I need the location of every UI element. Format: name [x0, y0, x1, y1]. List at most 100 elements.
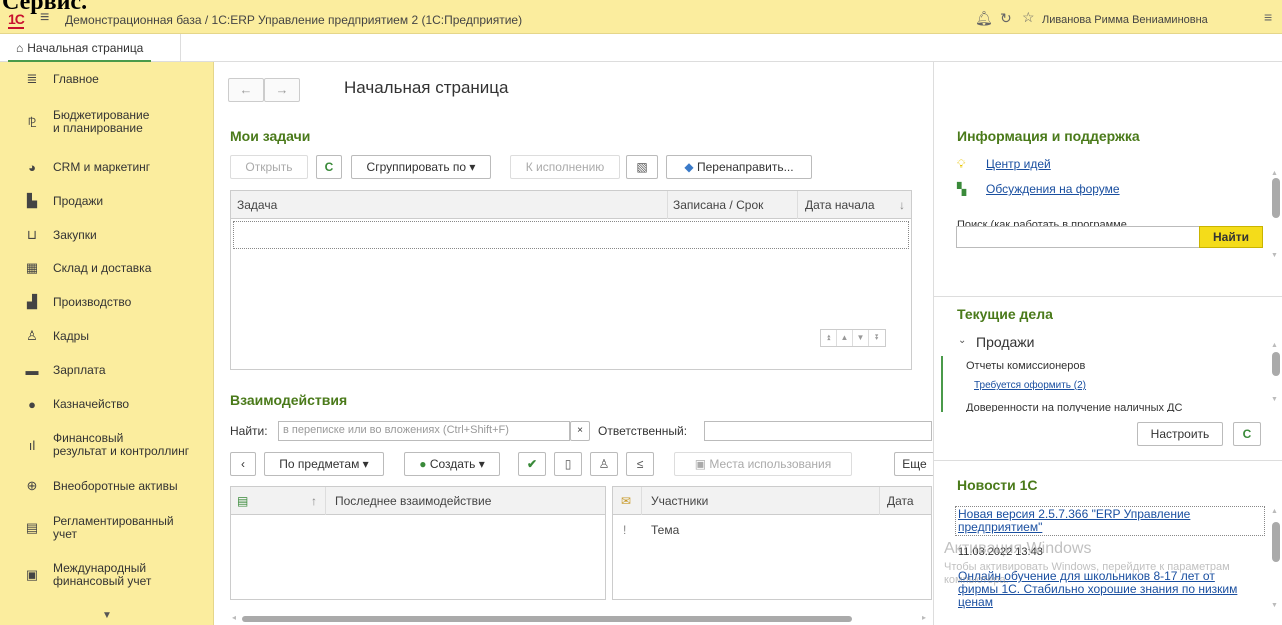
horizontal-scroll-thumb[interactable] [242, 616, 852, 622]
column-header-subject[interactable]: Тема [651, 523, 679, 537]
check-icon[interactable]: ✔ [518, 452, 546, 476]
settings-menu-icon[interactable]: ≡ [1264, 9, 1272, 25]
column-header-task[interactable]: Задача [237, 198, 277, 212]
horizontal-scrollbar[interactable]: ◂ ▸ [232, 613, 932, 623]
current-group-sales[interactable]: Продажи [976, 334, 1034, 350]
next-page-icon[interactable]: ▼ [853, 330, 869, 346]
info-title: Информация и поддержка [957, 128, 1140, 144]
sidebar-item-finresult[interactable]: ıl Финансовый результат и контроллинг [0, 430, 214, 460]
column-header-last-interaction[interactable]: Последнее взаимодействие [335, 494, 491, 508]
back-list-icon[interactable]: ‹ [230, 452, 256, 476]
interactions-title: Взаимодействия [230, 392, 348, 408]
back-button[interactable]: ← [228, 78, 264, 102]
document-icon[interactable]: ▯ [554, 452, 582, 476]
column-header-date[interactable]: Дата [887, 494, 914, 508]
sidebar-item-budget[interactable]: ⅊ Бюджетирование и планирование [0, 107, 214, 137]
interactions-right-grid[interactable]: ✉ Участники Дата ! Тема [612, 486, 932, 600]
sidebar-item-purchases[interactable]: ⊔ Закупки [0, 220, 214, 250]
menu-icon[interactable]: ≡ [40, 9, 49, 27]
sidebar-item-warehouse[interactable]: ▦ Склад и доставка [0, 253, 214, 283]
current-refresh-icon[interactable]: C [1233, 422, 1261, 446]
column-header-start-date[interactable]: Дата начала [805, 198, 875, 212]
less-equal-icon[interactable]: ≤ [626, 452, 654, 476]
tasks-pager: ⏫︎ ▲ ▼ ⏬︎ [820, 329, 886, 347]
by-subjects-button[interactable]: По предметам ▾ [264, 452, 384, 476]
requires-processing-link[interactable]: Требуется оформить (2) [974, 380, 1086, 391]
table-row[interactable] [233, 221, 909, 249]
sidebar-item-label: Финансовый результат и контроллинг [53, 431, 190, 458]
configure-button[interactable]: Настроить [1137, 422, 1223, 446]
sidebar-item-main[interactable]: ≣ Главное [0, 64, 214, 94]
news-scroll-up-icon[interactable]: ▲ [1271, 508, 1278, 515]
tab-bar: ⌂ Начальная страница [0, 34, 1282, 62]
group-by-button[interactable]: Сгруппировать по ▾ [351, 155, 491, 179]
tasks-title: Мои задачи [230, 128, 311, 144]
forum-icon: ▚ [957, 182, 967, 196]
sidebar-scroll-down-icon[interactable]: ▼ [0, 610, 214, 625]
sidebar-item-label: Закупки [53, 227, 97, 242]
sort-down-icon[interactable]: ↓ [899, 198, 905, 212]
news-item-release[interactable]: Новая версия 2.5.7.366 "ERP Управление п… [958, 508, 1258, 534]
last-page-icon[interactable]: ⏬︎ [869, 330, 885, 346]
tab-home[interactable]: ⌂ Начальная страница [8, 38, 152, 62]
history-icon[interactable]: ↻ [1000, 10, 1012, 27]
sidebar-item-salary[interactable]: ▬ Зарплата [0, 355, 214, 385]
pie-icon: ◕ [28, 159, 36, 175]
current-scroll-thumb[interactable] [1272, 352, 1280, 376]
star-icon[interactable]: ☆ [1022, 9, 1035, 26]
current-scroll-down-icon[interactable]: ▼ [1271, 396, 1278, 403]
create-button[interactable]: ● Создать ▾ [404, 452, 500, 476]
user-name[interactable]: Ливанова Римма Вениаминовна [1042, 14, 1208, 26]
refresh-icon[interactable]: C [316, 155, 342, 179]
execute-button[interactable]: К исполнению [510, 155, 620, 179]
usage-places-button[interactable]: ▣ Места использования [674, 452, 852, 476]
info-scroll-up-icon[interactable]: ▲ [1271, 170, 1278, 177]
ideas-center-link[interactable]: Центр идей [986, 157, 1051, 171]
column-header-participants[interactable]: Участники [651, 494, 708, 508]
sidebar-item-crm[interactable]: ◕ CRM и маркетинг [0, 152, 214, 182]
sidebar-item-assets[interactable]: ⊕ Внеоборотные активы [0, 471, 214, 501]
clear-find-icon[interactable]: × [570, 421, 590, 441]
find-button[interactable]: Найти [1199, 226, 1263, 248]
column-header-recorded[interactable]: Записана / Срок [673, 198, 763, 212]
news-scroll-thumb[interactable] [1272, 522, 1280, 562]
scroll-left-icon[interactable]: ◂ [232, 613, 236, 622]
forum-link[interactable]: Обсуждения на форуме [986, 182, 1120, 196]
sort-up-icon[interactable]: ↑ [311, 494, 317, 508]
find-input[interactable]: в переписке или во вложениях (Ctrl+Shift… [278, 421, 570, 441]
sidebar-item-production[interactable]: ▟ Производство [0, 287, 214, 317]
responsible-input[interactable] [704, 421, 932, 441]
current-item-powers: Доверенности на получение наличных ДС [966, 402, 1183, 412]
help-search-input[interactable] [956, 226, 1200, 248]
prev-page-icon[interactable]: ▲ [837, 330, 853, 346]
current-tasks-indicator [941, 356, 943, 412]
current-scroll-up-icon[interactable]: ▲ [1271, 342, 1278, 349]
column-divider [879, 487, 880, 515]
redirect-button[interactable]: ◆ Перенаправить... [666, 155, 812, 179]
first-page-icon[interactable]: ⏫︎ [821, 330, 837, 346]
sidebar-item-hr[interactable]: ♙ Кадры [0, 321, 214, 351]
user-icon[interactable]: ♙ [590, 452, 618, 476]
sidebar-item-sales[interactable]: ▙ Продажи [0, 186, 214, 216]
wallet-icon: ▬ [25, 362, 39, 378]
coin-icon: ● [28, 396, 36, 412]
info-scroll-thumb[interactable] [1272, 178, 1280, 218]
bell-icon[interactable]: 🔔︎ [975, 10, 993, 27]
sidebar-item-label: Казначейство [53, 396, 130, 411]
tasks-grid[interactable]: Задача Записана / Срок Дата начала ↓ [230, 190, 912, 370]
chevron-down-icon[interactable]: ⌄ [958, 335, 966, 346]
list-icon: ≣ [26, 71, 38, 86]
sidebar-item-treasury[interactable]: ● Казначейство [0, 389, 214, 419]
sidebar-item-regulated[interactable]: ▤ Регламентированный учет [0, 513, 214, 543]
sidebar-item-intl[interactable]: ▣ Международный финансовый учет [0, 560, 214, 590]
open-button[interactable]: Открыть [230, 155, 308, 179]
news-scroll-down-icon[interactable]: ▼ [1271, 602, 1278, 609]
clipboard-icon[interactable]: ▧ [626, 155, 658, 179]
more-button[interactable]: Еще [894, 452, 934, 476]
interactions-left-grid[interactable]: ▤ ↑ Последнее взаимодействие [230, 486, 606, 600]
budget-icon: ⅊ [27, 115, 37, 130]
forward-button[interactable]: → [264, 78, 300, 102]
info-scroll-down-icon[interactable]: ▼ [1271, 252, 1278, 259]
scroll-right-icon[interactable]: ▸ [922, 613, 926, 622]
interactions-left-header: ▤ ↑ Последнее взаимодействие [231, 487, 605, 515]
